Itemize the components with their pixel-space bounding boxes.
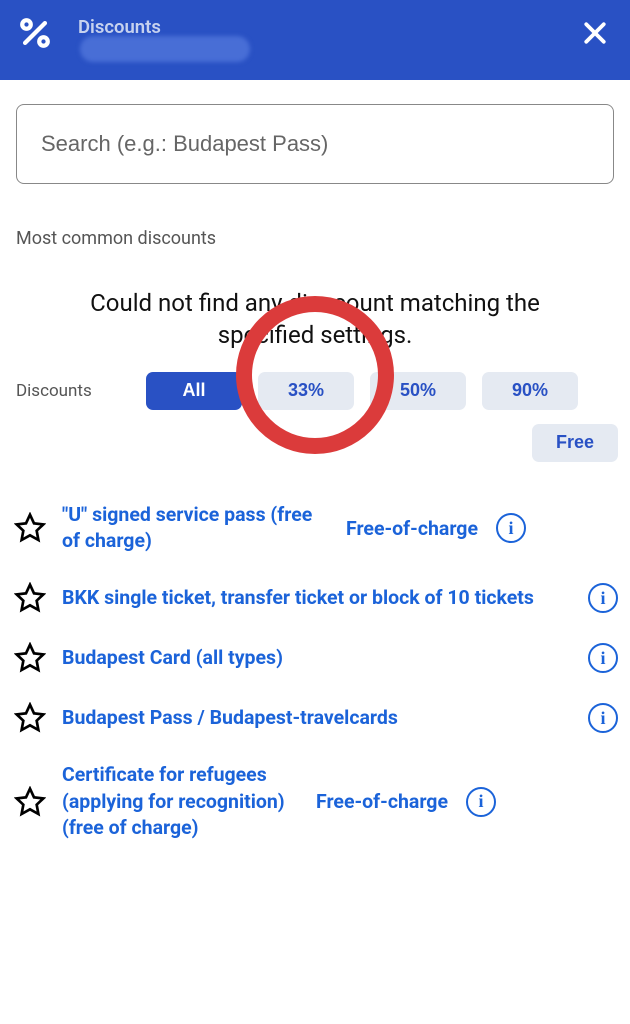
filters-label: Discounts: [16, 381, 128, 401]
discount-link[interactable]: Certificate for refugees (applying for r…: [56, 762, 306, 841]
search-input[interactable]: [16, 104, 614, 184]
filter-chip-free[interactable]: Free: [532, 424, 618, 462]
list-item: Budapest Pass / Budapest-travelcards i: [14, 688, 618, 748]
list-item: Budapest Card (all types) i: [14, 628, 618, 688]
discount-link[interactable]: "U" signed service pass (free of charge): [56, 502, 336, 555]
info-icon: i: [600, 648, 605, 669]
percent-icon: [18, 16, 52, 54]
section-label: Most common discounts: [0, 184, 630, 249]
filter-chips-row2: Free: [0, 410, 630, 470]
filters-row: Discounts All 33% 50% 90%: [0, 362, 630, 410]
star-icon: [14, 786, 46, 818]
star-icon: [14, 642, 46, 674]
list-item: Certificate for refugees (applying for r…: [14, 748, 618, 855]
list-item: BKK single ticket, transfer ticket or bl…: [14, 568, 618, 628]
filter-chip-90[interactable]: 90%: [482, 372, 578, 410]
star-icon: [14, 582, 46, 614]
info-icon: i: [478, 791, 483, 812]
info-icon: i: [600, 588, 605, 609]
search-container: [0, 80, 630, 184]
filter-chip-all[interactable]: All: [146, 372, 242, 410]
discount-badge: Free-of-charge: [316, 790, 456, 813]
close-button[interactable]: [580, 18, 610, 52]
info-button[interactable]: i: [496, 513, 526, 543]
info-icon: i: [508, 518, 513, 539]
filter-chip-50[interactable]: 50%: [370, 372, 466, 410]
info-icon: i: [600, 708, 605, 729]
info-button[interactable]: i: [588, 643, 618, 673]
favorite-button[interactable]: [14, 702, 46, 734]
favorite-button[interactable]: [14, 786, 46, 818]
no-results-message: Could not find any disacount matching th…: [0, 249, 630, 362]
star-icon: [14, 512, 46, 544]
discount-link[interactable]: Budapest Pass / Budapest-travelcards: [56, 705, 578, 731]
filter-chips: All 33% 50% 90%: [146, 372, 618, 410]
header: Discounts: [0, 0, 630, 80]
close-icon: [580, 18, 610, 48]
info-button[interactable]: i: [466, 787, 496, 817]
discount-badge: Free-of-charge: [346, 517, 486, 540]
info-button[interactable]: i: [588, 703, 618, 733]
star-icon: [14, 702, 46, 734]
favorite-button[interactable]: [14, 642, 46, 674]
discount-link[interactable]: BKK single ticket, transfer ticket or bl…: [56, 585, 578, 611]
header-smudge: [80, 36, 250, 62]
info-button[interactable]: i: [588, 583, 618, 613]
discount-list: "U" signed service pass (free of charge)…: [0, 470, 630, 856]
favorite-button[interactable]: [14, 512, 46, 544]
discount-link[interactable]: Budapest Card (all types): [56, 645, 578, 671]
list-item: "U" signed service pass (free of charge)…: [14, 488, 618, 569]
favorite-button[interactable]: [14, 582, 46, 614]
filter-chip-33[interactable]: 33%: [258, 372, 354, 410]
header-title: Discounts: [78, 16, 161, 38]
